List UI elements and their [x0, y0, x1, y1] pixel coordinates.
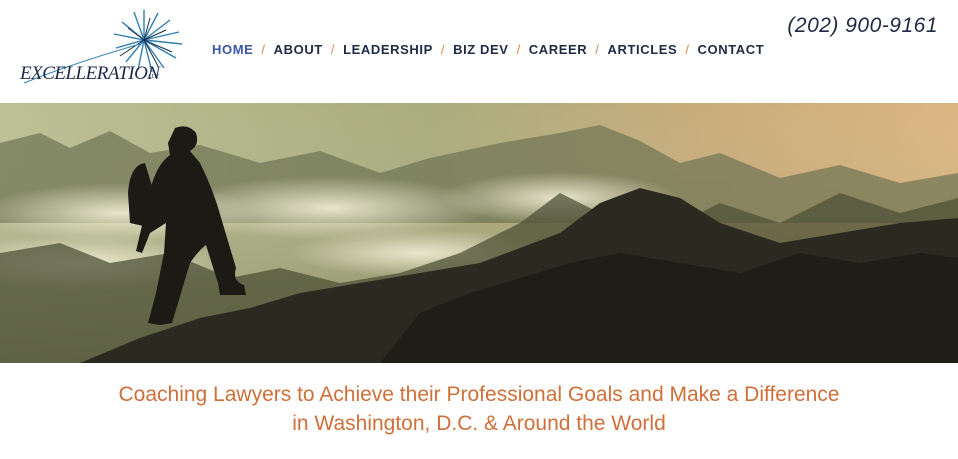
site-header: EXCELLERATION LLC HOME / ABOUT / LEADERS…	[0, 0, 958, 103]
nav-home[interactable]: HOME	[212, 42, 253, 57]
nav-separator: /	[685, 42, 690, 57]
nav-leadership[interactable]: LEADERSHIP	[343, 42, 433, 57]
tagline-line-1: Coaching Lawyers to Achieve their Profes…	[118, 383, 840, 406]
hero-banner	[0, 103, 958, 363]
nav-separator: /	[440, 42, 446, 57]
nav-separator: /	[330, 42, 336, 57]
nav-about[interactable]: ABOUT	[274, 42, 323, 57]
main-nav: HOME / ABOUT / LEADERSHIP / BIZ DEV / CA…	[212, 42, 764, 57]
brand-name: EXCELLERATION	[20, 63, 160, 84]
nav-articles[interactable]: ARTICLES	[608, 42, 678, 57]
nav-separator: /	[261, 42, 266, 57]
nav-career[interactable]: CAREER	[529, 42, 588, 57]
nav-contact[interactable]: CONTACT	[698, 42, 765, 57]
phone-number[interactable]: (202) 900-9161	[787, 14, 938, 38]
hero-tagline: Coaching Lawyers to Achieve their Profes…	[0, 380, 958, 438]
brand-suffix: LLC	[148, 74, 159, 80]
nav-separator: /	[516, 42, 521, 57]
hero-image	[0, 103, 958, 363]
brand-logo[interactable]: EXCELLERATION LLC	[14, 8, 194, 96]
nav-separator: /	[595, 42, 600, 57]
tagline-line-2: in Washington, D.C. & Around the World	[292, 412, 666, 435]
nav-biz-dev[interactable]: BIZ DEV	[453, 42, 508, 57]
